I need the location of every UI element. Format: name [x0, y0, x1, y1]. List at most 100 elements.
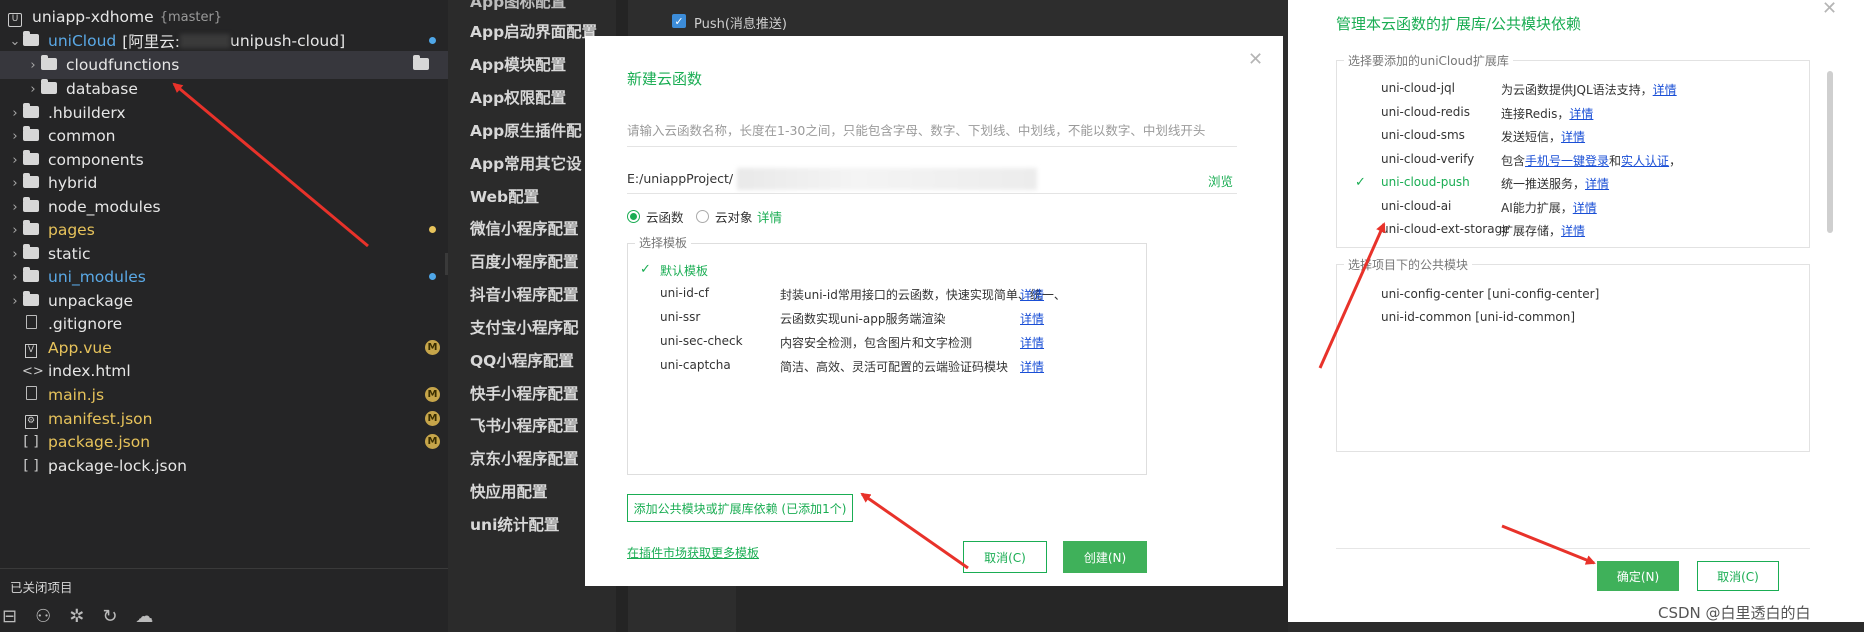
- confirm-button[interactable]: 确定(N): [1597, 561, 1679, 591]
- config-nav-item[interactable]: 微信小程序配置: [470, 217, 579, 239]
- cloud-space-label: unipush-cloud]: [230, 32, 346, 50]
- lib-name: uni-cloud-redis: [1381, 105, 1470, 119]
- config-nav-item[interactable]: QQ小程序配置: [470, 349, 574, 371]
- refresh-icon[interactable]: ↻: [102, 606, 117, 627]
- lib-desc: 发送短信，详情: [1501, 130, 1586, 144]
- config-nav-item[interactable]: 飞书小程序配置: [470, 414, 579, 436]
- add-dependency-button[interactable]: 添加公共模块或扩展库依赖 (已添加1个): [627, 494, 853, 522]
- radio-label: 云对象: [715, 210, 753, 225]
- template-item[interactable]: uni-captcha 简洁、高效、灵活可配置的云端验证码模块 详情: [628, 358, 1148, 380]
- redacted-region: [180, 34, 231, 48]
- tree-item-label: components: [48, 151, 144, 169]
- config-nav-item[interactable]: App原生插件配: [470, 119, 582, 141]
- config-nav-item[interactable]: 快手小程序配置: [470, 382, 579, 404]
- real-name-auth-link[interactable]: 实人认证: [1621, 154, 1669, 168]
- config-nav-item[interactable]: App权限配置: [470, 86, 566, 108]
- plugin-market-link[interactable]: 在插件市场获取更多模板: [627, 544, 759, 561]
- modified-dot: [429, 273, 436, 280]
- template-name: uni-sec-check: [660, 334, 743, 348]
- public-module-item[interactable]: uni-config-center [uni-config-center]: [1381, 287, 1599, 301]
- closed-projects-section[interactable]: 已关闭项目: [0, 568, 448, 598]
- config-nav-item[interactable]: App模块配置: [470, 53, 566, 75]
- public-module-item[interactable]: uni-id-common [uni-id-common]: [1381, 310, 1575, 324]
- template-item[interactable]: uni-sec-check 内容安全检测，包含图片和文字检测 详情: [628, 334, 1148, 356]
- list-icon[interactable]: ⊟: [2, 606, 17, 627]
- radio-selected-icon: [627, 210, 640, 223]
- project-name: uniapp-xdhome: [32, 8, 154, 26]
- modified-dot: [429, 226, 436, 233]
- cancel-button[interactable]: 取消(C): [1697, 561, 1779, 591]
- cloud-icon[interactable]: ☁: [135, 606, 153, 627]
- template-desc: 简洁、高效、灵活可配置的云端验证码模块: [780, 360, 1009, 374]
- lib-detail-link[interactable]: 详情: [1561, 130, 1585, 144]
- tree-item-label: uniCloud: [48, 32, 117, 50]
- lib-item[interactable]: uni-cloud-jql 为云函数提供JQL语法支持，详情: [1337, 81, 1797, 101]
- lib-detail-link[interactable]: 详情: [1573, 201, 1597, 215]
- check-icon: ✓: [1355, 175, 1366, 190]
- chevron-right-icon: ›: [12, 175, 18, 191]
- config-nav-item[interactable]: uni统计配置: [470, 513, 559, 535]
- template-item[interactable]: uni-ssr 云函数实现uni-app服务端渲染 详情: [628, 310, 1148, 332]
- lib-item[interactable]: uni-cloud-redis 连接Redis，详情: [1337, 105, 1797, 125]
- create-button[interactable]: 创建(N): [1063, 541, 1147, 573]
- folder-icon: [22, 244, 40, 263]
- lib-desc: 统一推送服务，详情: [1501, 177, 1610, 191]
- config-nav-item[interactable]: 抖音小程序配置: [470, 283, 579, 305]
- detail-link[interactable]: 详情: [757, 207, 782, 226]
- radio-cloud-object[interactable]: 云对象: [696, 207, 753, 226]
- binoculars-icon[interactable]: ⚇: [35, 606, 51, 627]
- extension-lib-group: uni-cloud-jql 为云函数提供JQL语法支持，详情 uni-cloud…: [1336, 60, 1833, 248]
- close-icon[interactable]: ✕: [1822, 0, 1837, 19]
- radio-icon: [696, 210, 709, 223]
- chevron-right-icon: ›: [12, 269, 18, 285]
- lib-detail-link[interactable]: 详情: [1561, 224, 1585, 238]
- chevron-right-icon: ›: [30, 81, 36, 97]
- path-field[interactable]: E:/uniappProject/ 浏览: [627, 164, 1237, 194]
- browse-link[interactable]: 浏览: [1208, 171, 1233, 190]
- config-nav-item[interactable]: 京东小程序配置: [470, 447, 579, 469]
- tree-item-package-lock-json[interactable]: [ ] package-lock.json: [0, 452, 448, 480]
- lib-detail-link[interactable]: 详情: [1585, 177, 1609, 191]
- phone-login-link[interactable]: 手机号一键登录: [1525, 154, 1609, 168]
- template-detail-link[interactable]: 详情: [1020, 358, 1044, 375]
- scrollbar[interactable]: [1827, 71, 1833, 233]
- lib-name: uni-cloud-verify: [1381, 152, 1475, 166]
- modified-badge: M: [425, 387, 440, 402]
- lib-item-selected[interactable]: ✓ uni-cloud-push 统一推送服务，详情: [1337, 175, 1797, 195]
- template-name: uni-captcha: [660, 358, 731, 372]
- template-detail-link[interactable]: 详情: [1020, 286, 1044, 303]
- template-item[interactable]: uni-id-cf 封装uni-id常用接口的云函数，快速实现简单、统一、 详情: [628, 286, 1148, 308]
- template-item-default[interactable]: ✓ 默认模板: [628, 262, 1148, 284]
- folder-icon: [40, 79, 58, 98]
- lib-detail-link[interactable]: 详情: [1653, 83, 1677, 97]
- bug-icon[interactable]: ✲: [69, 606, 84, 627]
- lib-detail-link[interactable]: 详情: [1569, 107, 1593, 121]
- config-nav-item[interactable]: Web配置: [470, 185, 539, 207]
- lib-item[interactable]: uni-cloud-verify 包含手机号一键登录和实人认证，: [1337, 152, 1797, 172]
- config-nav-item[interactable]: App图标配置: [470, 0, 566, 12]
- chevron-right-icon: ›: [12, 293, 18, 309]
- function-name-input[interactable]: [627, 115, 1237, 147]
- config-nav-item[interactable]: 百度小程序配置: [470, 250, 579, 272]
- new-folder-icon[interactable]: [413, 55, 431, 72]
- modified-badge: M: [425, 340, 440, 355]
- folder-icon: [40, 55, 58, 74]
- js-file-icon: [22, 386, 40, 404]
- close-icon[interactable]: ✕: [1248, 49, 1263, 70]
- extension-lib-legend: 选择要添加的uniCloud扩展库: [1344, 52, 1513, 69]
- radio-cloud-function[interactable]: 云函数: [627, 207, 684, 226]
- config-nav-item[interactable]: 快应用配置: [470, 480, 548, 502]
- template-detail-link[interactable]: 详情: [1020, 334, 1044, 351]
- config-nav-item[interactable]: App启动界面配置: [470, 20, 597, 42]
- cancel-button[interactable]: 取消(C): [963, 541, 1047, 573]
- lib-item[interactable]: uni-cloud-ext-storage 扩展存储，详情: [1337, 222, 1797, 242]
- lib-item[interactable]: uni-cloud-ai AI能力扩展，详情: [1337, 199, 1797, 219]
- tree-item-label: package.json: [48, 433, 151, 451]
- public-module-group: uni-config-center [uni-config-center] un…: [1336, 264, 1810, 452]
- config-nav-item[interactable]: 支付宝小程序配: [470, 316, 579, 338]
- folder-icon: [22, 220, 40, 239]
- config-nav-item[interactable]: App常用其它设: [470, 152, 582, 174]
- lib-item[interactable]: uni-cloud-sms 发送短信，详情: [1337, 128, 1797, 148]
- template-detail-link[interactable]: 详情: [1020, 310, 1044, 327]
- push-checkbox[interactable]: ✓: [672, 14, 686, 28]
